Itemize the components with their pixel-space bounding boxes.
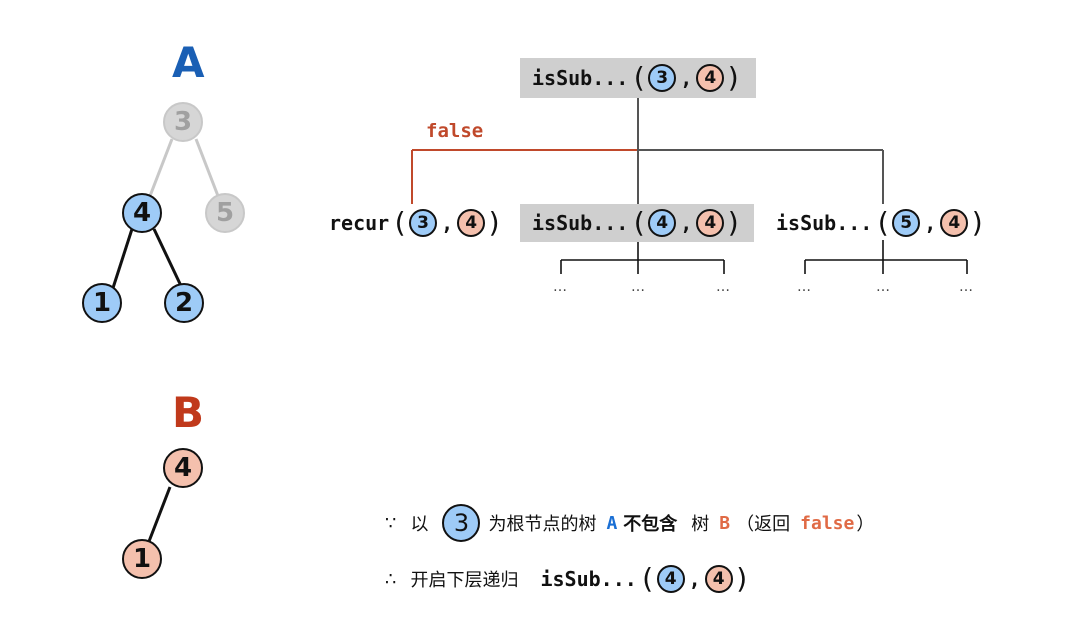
root-call-arg-a: 3 xyxy=(648,64,677,92)
ellipsis: … xyxy=(876,279,891,295)
issub5-arg-a: 5 xyxy=(892,209,921,237)
edge-3-4 xyxy=(148,138,174,197)
tree-a-label: A xyxy=(172,38,205,87)
false-label: false xyxy=(426,120,484,142)
recur-arg-b: 4 xyxy=(457,209,486,237)
child-call-issub-5: isSub... ( 5 , 4 ) xyxy=(776,206,987,239)
therefore-symbol: ∴ xyxy=(385,568,397,590)
note-because: ∵ 以 3 为根节点的树 A 不包含 树 B （返回 false ） xyxy=(385,503,874,543)
tree-b-node-1: 1 xyxy=(122,539,162,579)
ellipsis: … xyxy=(553,279,568,295)
note-node-3: 3 xyxy=(442,504,481,542)
tree-a-node-3: 3 xyxy=(163,102,203,142)
ellipsis: … xyxy=(959,279,974,295)
note-tree-a: A xyxy=(606,512,618,534)
child-call-recur: recur ( 3 , 4 ) xyxy=(329,206,503,239)
edge-4-1 xyxy=(111,228,134,289)
ellipsis: … xyxy=(797,279,812,295)
edge-4-2 xyxy=(152,228,184,289)
because-symbol: ∵ xyxy=(385,512,397,534)
ellipsis: … xyxy=(716,279,731,295)
note-tree-b: B xyxy=(719,512,731,534)
note-therefore: ∴ 开启下层递归 isSub... ( 4 , 4 ) xyxy=(385,562,751,595)
tree-a-node-2: 2 xyxy=(164,283,204,323)
tree-b-node-4: 4 xyxy=(163,448,203,488)
note-false: false xyxy=(800,512,855,534)
tree-a-node-1: 1 xyxy=(82,283,122,323)
edge-3-5 xyxy=(194,138,220,197)
ellipsis: … xyxy=(631,279,646,295)
tree-a-node-5: 5 xyxy=(205,193,245,233)
note-call: isSub... ( 4 , 4 ) xyxy=(540,562,751,595)
root-call: isSub... ( 3 , 4 ) xyxy=(532,61,743,94)
issub5-arg-b: 4 xyxy=(940,209,969,237)
issub4-arg-a: 4 xyxy=(648,209,677,237)
tree-b-label: B xyxy=(172,388,205,437)
issub4-arg-b: 4 xyxy=(696,209,725,237)
tree-a-node-4: 4 xyxy=(122,193,162,233)
root-call-fn: isSub... xyxy=(532,66,629,90)
recur-arg-a: 3 xyxy=(409,209,438,237)
edge-b-4-1 xyxy=(146,486,172,545)
root-call-arg-b: 4 xyxy=(696,64,725,92)
child-call-issub-4: isSub... ( 4 , 4 ) xyxy=(532,206,743,239)
